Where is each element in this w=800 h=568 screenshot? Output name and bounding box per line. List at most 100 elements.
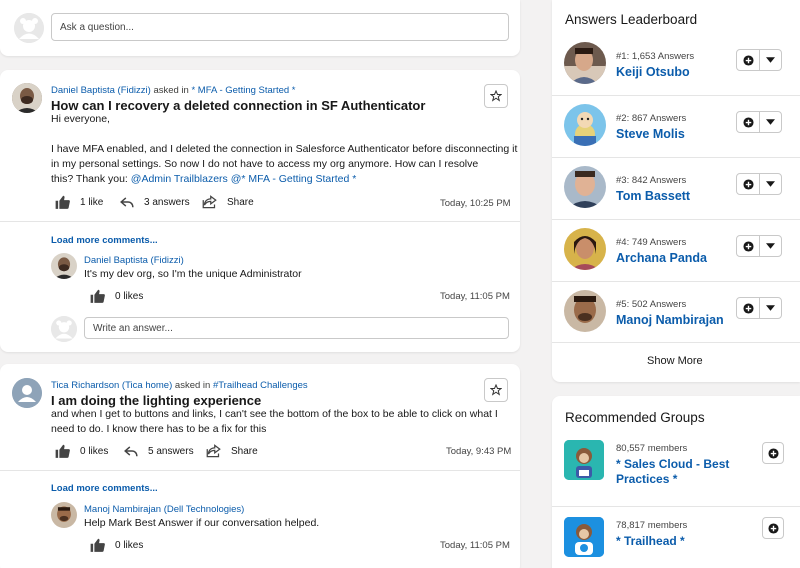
add-circle-icon: [767, 447, 779, 459]
star-icon: [490, 384, 502, 396]
add-circle-icon: [742, 54, 754, 66]
author-avatar[interactable]: [12, 378, 42, 408]
leader-avatar[interactable]: [564, 104, 606, 146]
like-button[interactable]: 0 likes: [55, 444, 108, 458]
join-group-button[interactable]: [762, 517, 784, 539]
group-member-count: 78,817 members: [616, 520, 688, 531]
question-title[interactable]: How can I recovery a deleted connection …: [51, 98, 425, 113]
follow-menu-dropdown[interactable]: [759, 298, 781, 318]
follow-star-button[interactable]: [484, 84, 508, 108]
show-more-link[interactable]: Show More: [647, 355, 703, 367]
group-image[interactable]: [564, 440, 604, 480]
follow-button[interactable]: [737, 50, 759, 70]
divider: [0, 470, 520, 471]
leader-name-link[interactable]: Manoj Nambirajan: [616, 313, 724, 327]
leader-name-link[interactable]: Tom Bassett: [616, 189, 690, 203]
follow-menu-dropdown[interactable]: [759, 174, 781, 194]
body-line: and when I get to buttons and links, I c…: [51, 408, 498, 420]
divider: [0, 221, 520, 222]
post-timestamp: Today, 9:43 PM: [446, 446, 512, 457]
share-icon: [206, 444, 221, 458]
chevron-down-icon: [766, 57, 775, 63]
current-user-avatar: [14, 13, 44, 43]
follow-button[interactable]: [737, 174, 759, 194]
join-group-button[interactable]: [762, 442, 784, 464]
comment-like-button[interactable]: 0 likes: [90, 289, 143, 303]
leader-avatar[interactable]: [564, 228, 606, 270]
thumbs-up-icon: [55, 195, 70, 209]
leader-name-link[interactable]: Archana Panda: [616, 251, 707, 265]
chevron-down-icon: [766, 181, 775, 187]
ask-question-input[interactable]: Ask a question...: [51, 13, 509, 41]
like-button[interactable]: 1 like: [55, 195, 103, 209]
chevron-down-icon: [766, 305, 775, 311]
group-image[interactable]: [564, 517, 604, 557]
group-name-link[interactable]: * Sales Cloud - Best Practices *: [616, 457, 746, 487]
write-answer-input[interactable]: Write an answer...: [84, 317, 509, 339]
divider: [552, 281, 800, 282]
add-circle-icon: [742, 302, 754, 314]
follow-menu-dropdown[interactable]: [759, 50, 781, 70]
add-circle-icon: [742, 116, 754, 128]
follow-button[interactable]: [737, 236, 759, 256]
post-timestamp: Today, 10:25 PM: [440, 198, 511, 209]
question-title[interactable]: I am doing the lighting experience: [51, 393, 261, 408]
comment-like-count: 0 likes: [115, 539, 144, 551]
comment-author-avatar[interactable]: [51, 502, 77, 528]
leader-follow-button-group: [736, 297, 782, 319]
star-icon: [490, 90, 502, 102]
mention-link[interactable]: @* MFA - Getting Started *: [231, 173, 357, 185]
author-link[interactable]: Daniel Baptista (Fidizzi): [51, 85, 151, 96]
body-line: need to do. I know there has to be a fix…: [51, 423, 267, 435]
post-meta: Daniel Baptista (Fidizzi) asked in * MFA…: [51, 85, 296, 96]
divider: [552, 219, 800, 220]
leader-rank: #5: 502 Answers: [616, 299, 687, 310]
divider: [552, 506, 800, 507]
body-line: Hi everyone,: [51, 113, 110, 125]
group-member-count: 80,557 members: [616, 443, 688, 454]
comment-like-button[interactable]: 0 likes: [90, 538, 143, 552]
follow-star-button[interactable]: [484, 378, 508, 402]
leader-name-link[interactable]: Steve Molis: [616, 127, 685, 141]
comment-author-link[interactable]: Manoj Nambirajan (Dell Technologies): [84, 504, 244, 515]
answer-count: 3 answers: [144, 196, 190, 208]
question-card: Daniel Baptista (Fidizzi) asked in * MFA…: [0, 70, 520, 352]
topic-link[interactable]: * MFA - Getting Started *: [191, 85, 295, 96]
group-name-link[interactable]: * Trailhead *: [616, 534, 746, 549]
add-circle-icon: [742, 240, 754, 252]
post-meta: Tica Richardson (Tica home) asked in #Tr…: [51, 380, 308, 391]
thumbs-up-icon: [90, 289, 105, 303]
body-line: this? Thank you: @Admin Trailblazers @* …: [51, 172, 511, 187]
follow-button[interactable]: [737, 298, 759, 318]
comment-timestamp: Today, 11:05 PM: [440, 540, 510, 551]
load-more-comments-link[interactable]: Load more comments...: [51, 235, 158, 246]
comment-author-avatar[interactable]: [51, 253, 77, 279]
follow-button[interactable]: [737, 112, 759, 132]
topic-link[interactable]: #Trailhead Challenges: [213, 380, 308, 391]
answers-button[interactable]: 5 answers: [124, 444, 194, 458]
leader-avatar[interactable]: [564, 166, 606, 208]
leader-avatar[interactable]: [564, 290, 606, 332]
author-link[interactable]: Tica Richardson (Tica home): [51, 380, 172, 391]
leader-name-link[interactable]: Keiji Otsubo: [616, 65, 690, 79]
leader-avatar[interactable]: [564, 42, 606, 84]
load-more-comments-link[interactable]: Load more comments...: [51, 483, 158, 494]
answer-count: 5 answers: [148, 445, 194, 457]
share-button[interactable]: Share: [206, 444, 258, 458]
comment-like-count: 0 likes: [115, 290, 144, 302]
follow-menu-dropdown[interactable]: [759, 112, 781, 132]
mention-link[interactable]: @Admin Trailblazers: [131, 173, 228, 185]
comment-timestamp: Today, 11:05 PM: [440, 291, 510, 302]
add-circle-icon: [742, 178, 754, 190]
like-count: 0 likes: [80, 445, 109, 457]
question-card: Tica Richardson (Tica home) asked in #Tr…: [0, 364, 520, 568]
current-user-avatar: [51, 316, 77, 342]
follow-menu-dropdown[interactable]: [759, 236, 781, 256]
leader-follow-button-group: [736, 49, 782, 71]
author-avatar[interactable]: [12, 83, 42, 113]
share-button[interactable]: Share: [202, 195, 254, 209]
comment-author-link[interactable]: Daniel Baptista (Fidizzi): [84, 255, 184, 266]
leader-rank: #3: 842 Answers: [616, 175, 687, 186]
chevron-down-icon: [766, 243, 775, 249]
answers-button[interactable]: 3 answers: [120, 195, 190, 209]
